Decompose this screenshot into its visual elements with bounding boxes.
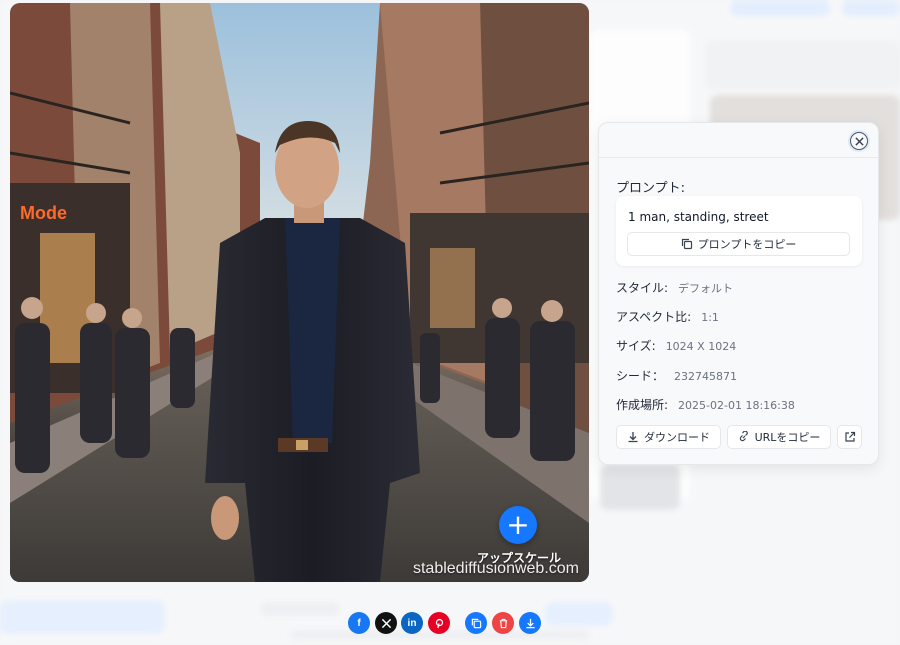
upscale-button[interactable]: + xyxy=(499,506,537,544)
facebook-icon: f xyxy=(357,617,361,629)
copy-image-button[interactable] xyxy=(465,612,487,634)
open-external-button[interactable] xyxy=(837,425,862,449)
external-link-icon xyxy=(844,431,856,443)
download-image-button[interactable] xyxy=(519,612,541,634)
copy-prompt-button[interactable]: プロンプトをコピー xyxy=(627,232,850,256)
plus-icon: + xyxy=(506,508,530,541)
download-icon xyxy=(627,431,639,443)
link-icon xyxy=(738,431,750,443)
meta-row-aspect-ratio: アスペクト比: 1:1 xyxy=(616,308,719,325)
meta-value: 1:1 xyxy=(701,311,719,324)
prompt-heading: プロンプト: xyxy=(616,181,685,196)
meta-label: サイズ: xyxy=(616,339,656,353)
meta-value: 232745871 xyxy=(674,370,738,383)
x-logo-icon xyxy=(381,618,391,628)
linkedin-share-button[interactable]: in xyxy=(401,612,423,634)
prompt-text: 1 man, standing, street xyxy=(628,210,769,224)
meta-value: 1024 X 1024 xyxy=(665,340,737,353)
download-button[interactable]: ダウンロード xyxy=(616,425,721,449)
copy-icon xyxy=(471,618,481,628)
meta-value: 2025-02-01 18:16:38 xyxy=(678,399,795,412)
close-icon xyxy=(854,136,864,146)
meta-row-style: スタイル: デフォルト xyxy=(616,279,733,296)
meta-row-created-at: 作成場所: 2025-02-01 18:16:38 xyxy=(616,396,795,413)
meta-row-seed: シード： 232745871 xyxy=(616,367,737,384)
meta-row-size: サイズ: 1024 X 1024 xyxy=(616,337,736,354)
trash-icon xyxy=(499,618,507,628)
delete-button[interactable] xyxy=(492,612,514,634)
generated-image[interactable]: Mode stablediffusionweb.com xyxy=(10,3,589,582)
pinterest-icon xyxy=(435,618,443,628)
meta-label: アスペクト比: xyxy=(616,310,692,324)
meta-label: 作成場所: xyxy=(616,398,669,412)
linkedin-icon: in xyxy=(407,617,417,629)
meta-label: スタイル: xyxy=(616,281,669,295)
svg-text:Mode: Mode xyxy=(20,203,67,223)
meta-value: デフォルト xyxy=(678,282,734,295)
close-button[interactable] xyxy=(850,132,868,150)
image-info-panel: プロンプト: 1 man, standing, street プロンプトをコピー… xyxy=(598,122,879,465)
x-share-button[interactable] xyxy=(375,612,397,634)
prompt-box: 1 man, standing, street プロンプトをコピー xyxy=(616,196,862,266)
download-icon xyxy=(525,618,535,628)
meta-label: シード： xyxy=(616,369,665,383)
facebook-share-button[interactable]: f xyxy=(348,612,370,634)
upscale-label: アップスケール xyxy=(477,551,562,565)
copy-url-label: URLをコピー xyxy=(754,431,821,444)
pinterest-share-button[interactable] xyxy=(428,612,450,634)
download-label: ダウンロード xyxy=(644,431,710,444)
copy-url-button[interactable]: URLをコピー xyxy=(727,425,831,449)
panel-header xyxy=(599,123,878,158)
copy-icon xyxy=(681,238,693,250)
copy-prompt-label: プロンプトをコピー xyxy=(697,238,797,251)
street-scene-illustration: Mode xyxy=(10,3,589,582)
